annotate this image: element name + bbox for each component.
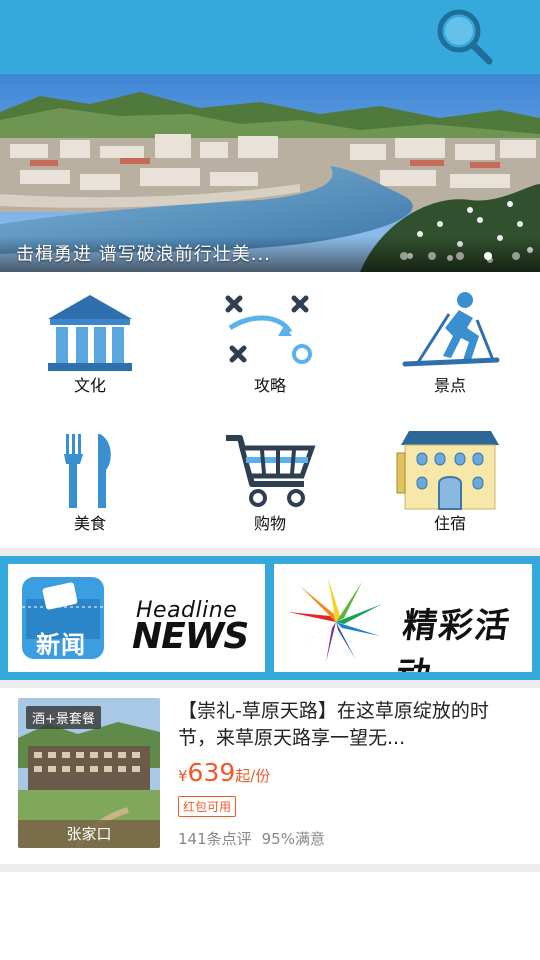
promo-section: 新闻 Headline NEWS 精彩活动 xyxy=(0,556,540,680)
separator xyxy=(0,548,540,556)
fork-knife-icon xyxy=(64,434,111,508)
category-lodging[interactable]: 住宿 xyxy=(360,410,540,548)
product-title: 【崇礼-草原天路】在这草原绽放的时节，来草原天路享一望无... xyxy=(178,700,489,749)
strategy-icon xyxy=(225,295,312,364)
news-badge-text: 新闻 xyxy=(36,631,86,659)
category-culture[interactable]: 文化 xyxy=(0,272,180,410)
category-label: 景点 xyxy=(433,376,466,395)
banner-carousel[interactable]: 击楫勇进 谱写破浪前行壮美... xyxy=(0,74,540,272)
category-shopping[interactable]: 购物 xyxy=(180,410,360,548)
banner-title: 击楫勇进 谱写破浪前行壮美... xyxy=(16,244,271,265)
category-label: 美食 xyxy=(73,514,106,533)
search-icon xyxy=(437,9,493,65)
search-button[interactable] xyxy=(432,4,498,70)
colorful-burst-icon xyxy=(288,578,382,662)
product-card[interactable]: 酒+景套餐 张家口 【崇礼-草原天路】在这草原绽放的时节，来草原天路享一望无..… xyxy=(0,688,540,864)
shopping-cart-icon xyxy=(226,435,316,507)
product-price: ¥639起/份 xyxy=(178,758,270,787)
product-tag: 酒+景套餐 xyxy=(26,706,101,729)
redpacket-badge: 红包可用 xyxy=(178,796,237,817)
review-count: 141条点评 xyxy=(178,830,252,848)
activity-title: 精彩活动 xyxy=(393,606,514,672)
top-bar xyxy=(0,0,540,74)
banner-dot-1[interactable] xyxy=(400,252,408,260)
banner-dots xyxy=(400,252,520,260)
price-currency: ¥ xyxy=(178,767,188,785)
banner-dot-4[interactable] xyxy=(484,252,492,260)
museum-icon xyxy=(48,295,132,371)
banner-dot-2[interactable] xyxy=(428,252,436,260)
news-text: NEWS xyxy=(132,616,249,657)
separator xyxy=(0,680,540,688)
category-grid: 文化 攻略 景点 美食 购物 住宿 xyxy=(0,272,540,548)
category-food[interactable]: 美食 xyxy=(0,410,180,548)
hotel-icon xyxy=(396,431,499,510)
news-card[interactable]: 新闻 Headline NEWS xyxy=(8,564,265,672)
satisfaction-rate: 95%满意 xyxy=(261,830,325,848)
category-label: 购物 xyxy=(253,514,286,533)
product-thumbnail: 酒+景套餐 张家口 xyxy=(18,698,160,848)
price-unit: 起/份 xyxy=(235,767,271,785)
category-strategy[interactable]: 攻略 xyxy=(180,272,360,410)
category-label: 文化 xyxy=(73,376,106,395)
banner-dot-3[interactable] xyxy=(456,252,464,260)
product-meta: 141条点评 95%满意 xyxy=(178,828,325,849)
separator xyxy=(0,864,540,872)
banner-dot-5[interactable] xyxy=(512,252,520,260)
price-value: 639 xyxy=(187,758,236,787)
category-label: 攻略 xyxy=(253,376,286,395)
category-scenic[interactable]: 景点 xyxy=(360,272,540,410)
category-label: 住宿 xyxy=(433,514,466,533)
activity-card[interactable]: 精彩活动 xyxy=(274,564,532,672)
product-city: 张家口 xyxy=(18,820,160,848)
skier-icon xyxy=(402,292,500,367)
